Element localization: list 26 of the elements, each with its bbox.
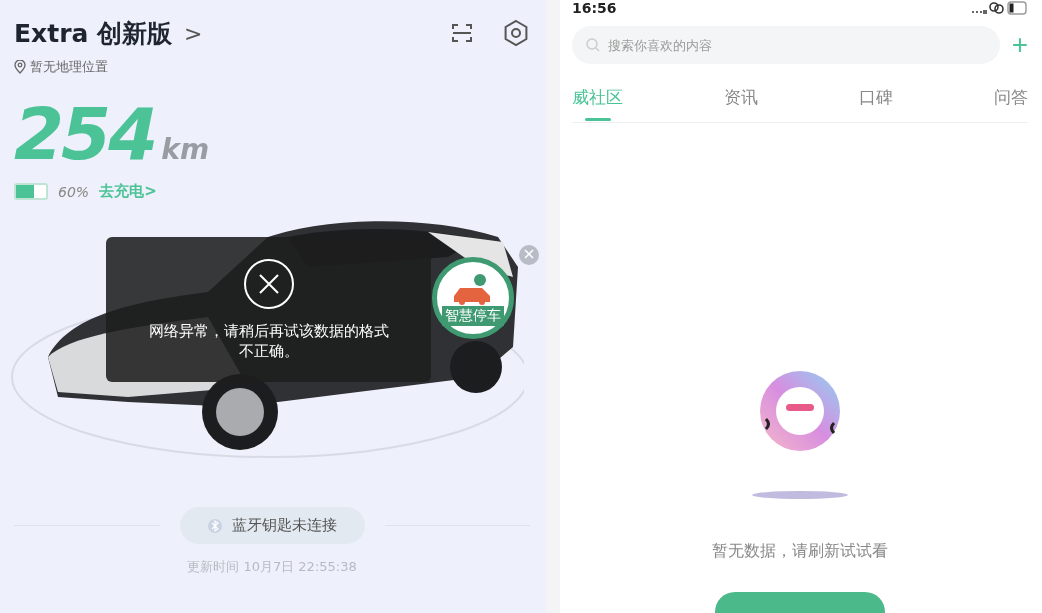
tab[interactable]: 口碑 — [859, 86, 893, 122]
close-circle-icon — [242, 258, 295, 310]
range-value: 254 — [14, 98, 156, 170]
toast-message: 网络异常，请稍后再试该数据的格式不正确。 — [148, 322, 389, 361]
charge-link[interactable]: 去充电> — [99, 182, 157, 201]
settings-icon[interactable] — [502, 19, 530, 47]
parking-label: 智慧停车 — [442, 306, 504, 326]
tab[interactable]: 资讯 — [724, 86, 758, 122]
bluetooth-icon — [207, 516, 222, 535]
search-bar[interactable]: 搜索你喜欢的内容 — [572, 26, 1000, 64]
scan-icon[interactable] — [450, 21, 474, 45]
bluetooth-key-button[interactable]: 蓝牙钥匙未连接 — [179, 507, 365, 544]
location-pin-icon — [14, 60, 26, 74]
status-icons — [972, 1, 1028, 15]
location-text: 暂无地理位置 — [30, 58, 108, 76]
add-button[interactable]: + — [1011, 31, 1028, 59]
tab[interactable]: 威社区 — [572, 86, 623, 122]
chevron-text[interactable]: > — [184, 20, 203, 46]
search-icon — [586, 38, 600, 52]
battery-percent: 60% — [58, 183, 90, 200]
tab[interactable]: 问答 — [994, 86, 1028, 122]
empty-message: 暂无数据，请刷新试试看 — [712, 541, 888, 562]
search-field[interactable]: 搜索你喜欢的内容 — [606, 36, 986, 54]
vehicle-title[interactable]: Extra 创新版 — [14, 16, 173, 50]
status-time: 16:56 — [572, 0, 617, 16]
range-unit: km — [161, 133, 210, 166]
